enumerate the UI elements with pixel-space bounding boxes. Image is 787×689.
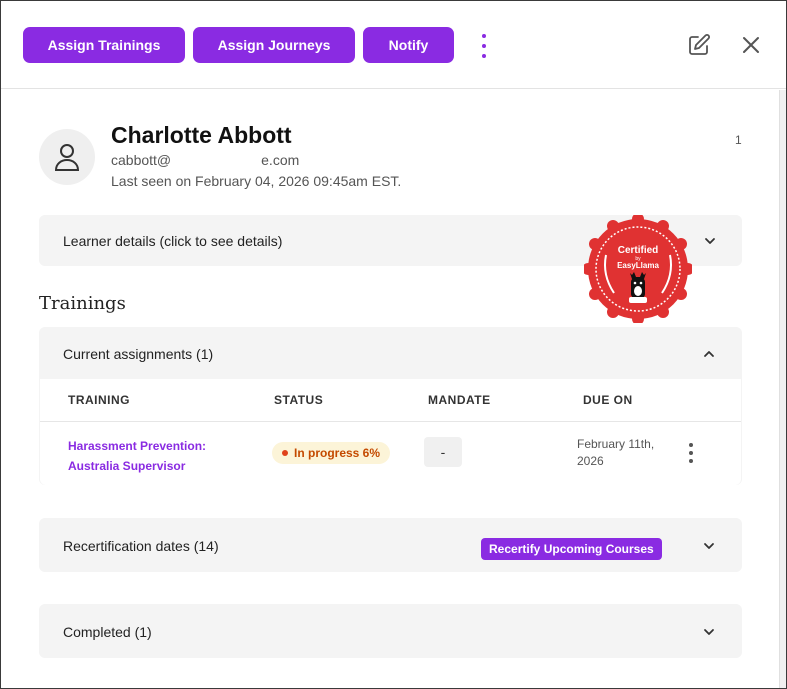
avatar bbox=[39, 129, 95, 185]
user-icon bbox=[54, 144, 80, 171]
recertification-panel[interactable]: Recertification dates (14) Recertify Upc… bbox=[39, 518, 742, 572]
learner-email: cabbott@ e.com bbox=[111, 152, 300, 169]
column-header-status: STATUS bbox=[274, 393, 324, 407]
completed-panel[interactable]: Completed (1) bbox=[39, 604, 742, 658]
row-options-icon[interactable] bbox=[688, 443, 694, 463]
completed-title: Completed (1) bbox=[63, 624, 152, 640]
email-prefix: cabbott@ bbox=[111, 152, 172, 168]
email-redaction bbox=[171, 154, 262, 169]
chevron-down-icon bbox=[704, 629, 714, 635]
scrollbar[interactable] bbox=[779, 90, 786, 688]
edit-icon[interactable] bbox=[687, 33, 711, 57]
learner-name: Charlotte Abbott bbox=[111, 122, 292, 148]
assignments-table: TRAINING STATUS MANDATE DUE ON Harassmen… bbox=[40, 379, 741, 485]
status-text: In progress 6% bbox=[294, 446, 381, 460]
drawer-toolbar: Assign Trainings Assign Journeys Notify bbox=[1, 1, 786, 89]
certified-seal-icon: Certified by EasyLlama bbox=[584, 215, 692, 323]
column-header-mandate: MANDATE bbox=[428, 393, 491, 407]
seal-line3: EasyLlama bbox=[617, 261, 659, 270]
assign-trainings-button[interactable]: Assign Trainings bbox=[23, 27, 185, 63]
mandate-value: - bbox=[424, 437, 462, 467]
status-badge: In progress 6% bbox=[272, 442, 391, 464]
recertification-title: Recertification dates (14) bbox=[63, 538, 219, 554]
learner-details-title: Learner details (click to see details) bbox=[63, 233, 283, 249]
column-header-due-on: DUE ON bbox=[583, 393, 633, 407]
current-assignments-title: Current assignments (1) bbox=[63, 346, 214, 362]
due-date-line2: 2026 bbox=[577, 454, 604, 468]
status-dot-icon bbox=[282, 450, 288, 456]
chevron-up-icon bbox=[704, 351, 714, 357]
recertify-upcoming-courses-button[interactable]: Recertify Upcoming Courses bbox=[481, 538, 662, 560]
notify-button[interactable]: Notify bbox=[363, 27, 454, 63]
training-name-line2: Australia Supervisor bbox=[68, 459, 186, 473]
counter-text: 1 bbox=[735, 133, 742, 147]
learner-drawer: Assign Trainings Assign Journeys Notify … bbox=[0, 0, 787, 689]
trainings-heading: Trainings bbox=[39, 293, 126, 314]
email-suffix: e.com bbox=[261, 152, 300, 168]
due-date-line1: February 11th, bbox=[577, 437, 655, 451]
chevron-down-icon bbox=[705, 238, 715, 244]
table-divider bbox=[40, 421, 741, 422]
more-options-icon[interactable] bbox=[475, 34, 493, 58]
assign-journeys-button[interactable]: Assign Journeys bbox=[193, 27, 355, 63]
close-icon[interactable] bbox=[739, 33, 763, 57]
training-name-line1: Harassment Prevention: bbox=[68, 439, 207, 453]
current-assignments-panel: Current assignments (1) TRAINING STATUS … bbox=[39, 327, 742, 485]
training-link[interactable]: Harassment Prevention: Australia Supervi… bbox=[68, 436, 248, 476]
last-seen-text: Last seen on February 04, 2026 09:45am E… bbox=[111, 173, 402, 189]
chevron-down-icon bbox=[704, 543, 714, 549]
due-date: February 11th, 2026 bbox=[577, 436, 677, 470]
current-assignments-header[interactable]: Current assignments (1) bbox=[39, 327, 742, 379]
seal-line1: Certified bbox=[618, 245, 659, 256]
column-header-training: TRAINING bbox=[68, 393, 130, 407]
